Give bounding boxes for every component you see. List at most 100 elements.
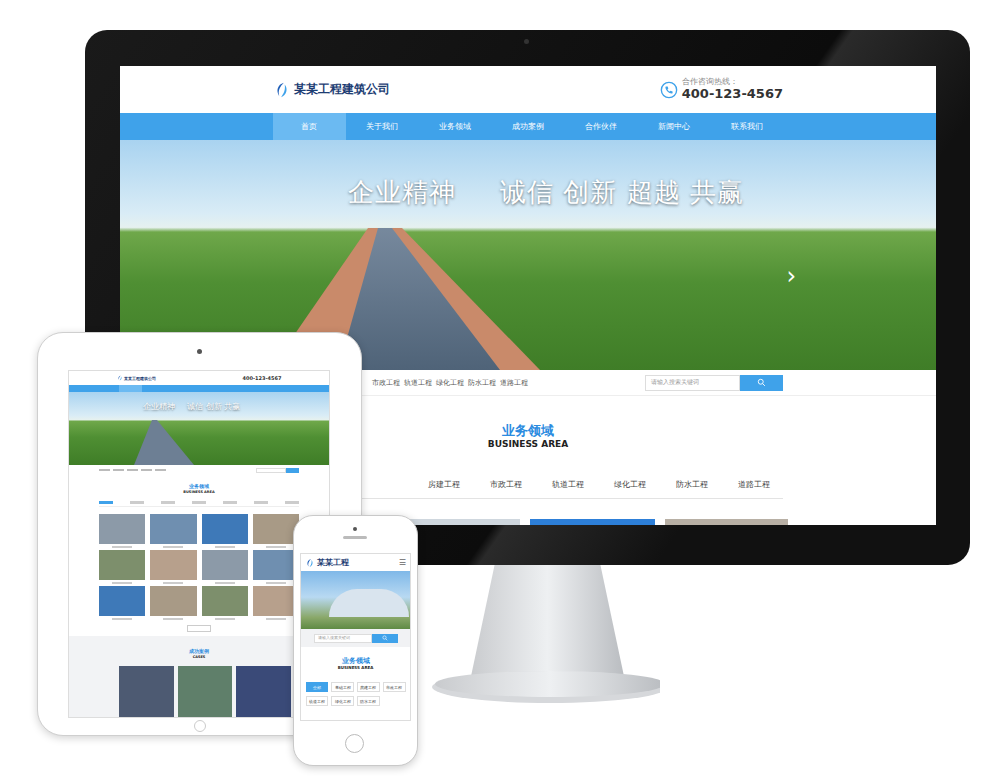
motto: 诚信 创新 共赢 bbox=[187, 401, 240, 412]
project-card[interactable] bbox=[99, 514, 145, 548]
monitor-stand bbox=[400, 563, 660, 713]
logo-text: 某某工程 bbox=[317, 557, 349, 568]
phone-icon bbox=[660, 81, 678, 99]
site-header: 某某工程建筑公司 400-123-4567 bbox=[117, 371, 282, 385]
camera-icon bbox=[353, 527, 357, 531]
logo-text: 某某工程建筑公司 bbox=[124, 376, 156, 381]
section-subtitle: BUSINESS AREA bbox=[301, 665, 410, 670]
search-icon bbox=[757, 378, 766, 387]
business-tab[interactable]: 防水工程 bbox=[676, 480, 708, 490]
business-tabs: 全部基础工程房建工程市政工程轨道工程绿化工程防水工程 bbox=[306, 682, 406, 706]
hotline-number: 400-123-4567 bbox=[243, 375, 282, 381]
business-tab[interactable]: 防水工程 bbox=[357, 696, 380, 706]
case-image[interactable] bbox=[119, 666, 174, 718]
logo-icon bbox=[117, 375, 123, 381]
logo[interactable]: 某某工程 bbox=[305, 557, 349, 568]
section-title: 业务领域 bbox=[69, 483, 329, 490]
tablet-screen: 某某工程建筑公司 400-123-4567 企业精神 诚信 创新 共赢 业务领域… bbox=[68, 370, 330, 718]
business-tab[interactable]: 绿化工程 bbox=[331, 696, 354, 706]
project-card[interactable] bbox=[202, 586, 248, 620]
nav-item[interactable]: 合作伙伴 bbox=[564, 113, 637, 140]
project-grid bbox=[99, 514, 299, 620]
search-box: 请输入搜索关键词 bbox=[645, 375, 783, 391]
main-nav: 首页关于我们业务领域成功案例合作伙伴新闻中心联系我们 bbox=[120, 113, 936, 140]
project-image[interactable] bbox=[530, 519, 655, 525]
project-card[interactable] bbox=[202, 550, 248, 584]
business-tab[interactable]: 全部 bbox=[306, 682, 329, 692]
banner bbox=[301, 571, 410, 629]
business-tab[interactable]: 轨道工程 bbox=[552, 480, 584, 490]
home-button[interactable] bbox=[345, 734, 364, 753]
business-tab[interactable]: 市政工程 bbox=[383, 682, 406, 692]
business-tab[interactable]: 基础工程 bbox=[331, 682, 354, 692]
motto: 诚信 创新 超越 共赢 bbox=[500, 176, 744, 208]
motto-title: 企业精神 bbox=[348, 176, 456, 208]
nav-item[interactable]: 成功案例 bbox=[492, 113, 565, 140]
hotline-label: 合作咨询热线： bbox=[682, 78, 783, 87]
project-card[interactable] bbox=[150, 514, 196, 548]
cases-subtitle: CASES bbox=[69, 655, 329, 660]
project-card[interactable] bbox=[150, 550, 196, 584]
nav-item[interactable]: 联系我们 bbox=[710, 113, 783, 140]
hot-keyword[interactable]: 轨道工程 bbox=[404, 378, 432, 388]
project-card[interactable] bbox=[202, 514, 248, 548]
business-tab[interactable]: 绿化工程 bbox=[614, 480, 646, 490]
camera-icon bbox=[524, 39, 529, 44]
nav-item[interactable]: 新闻中心 bbox=[637, 113, 710, 140]
logo[interactable]: 某某工程建筑公司 bbox=[273, 81, 390, 99]
search-row bbox=[99, 465, 299, 475]
search-input[interactable]: 请输入搜索关键词 bbox=[645, 375, 740, 391]
logo-icon bbox=[273, 81, 291, 99]
project-card[interactable] bbox=[99, 586, 145, 620]
hot-keyword[interactable]: 绿化工程 bbox=[436, 378, 464, 388]
nav-item[interactable]: 关于我们 bbox=[346, 113, 419, 140]
case-image[interactable] bbox=[236, 666, 291, 718]
more-button[interactable] bbox=[187, 625, 211, 632]
search-icon bbox=[382, 635, 388, 641]
camera-icon bbox=[197, 349, 202, 354]
search-input[interactable]: 请输入搜索关键词 bbox=[314, 634, 372, 643]
business-tab[interactable]: 房建工程 bbox=[428, 480, 460, 490]
search-box[interactable] bbox=[256, 468, 299, 473]
banner-caption: 企业精神 诚信 创新 共赢 bbox=[69, 392, 329, 412]
business-tabs bbox=[99, 501, 299, 507]
phone-screen: 某某工程 ☰ 请输入搜索关键词 业务领域 BUSINESS AREA 全部基础工… bbox=[300, 553, 411, 721]
main-nav bbox=[69, 385, 329, 392]
banner: 企业精神 诚信 创新 共赢 bbox=[69, 392, 329, 465]
hot-keywords: 市政工程轨道工程绿化工程防水工程道路工程 bbox=[372, 378, 528, 388]
menu-button[interactable]: ☰ bbox=[399, 558, 406, 567]
next-slide-button[interactable]: › bbox=[786, 262, 796, 290]
search-button[interactable] bbox=[740, 375, 783, 391]
logo[interactable]: 某某工程建筑公司 bbox=[117, 375, 156, 381]
project-images bbox=[375, 519, 936, 525]
hot-keyword[interactable]: 道路工程 bbox=[500, 378, 528, 388]
cases-title: 成功案例 bbox=[69, 648, 329, 655]
hot-keyword[interactable]: 防水工程 bbox=[468, 378, 496, 388]
search-box: 请输入搜索关键词 bbox=[301, 629, 410, 647]
logo-icon bbox=[305, 558, 315, 568]
hotline-number: 400-123-4567 bbox=[682, 87, 783, 101]
phone-device: 某某工程 ☰ 请输入搜索关键词 业务领域 BUSINESS AREA 全部基础工… bbox=[293, 515, 418, 766]
mockup-stage: 某某工程建筑公司 合作咨询热线： 400-123-4567 首页关于我们业务领域… bbox=[0, 0, 1000, 782]
nav-item[interactable]: 首页 bbox=[273, 113, 346, 140]
hot-keyword[interactable]: 市政工程 bbox=[372, 378, 400, 388]
motto-title: 企业精神 bbox=[143, 401, 175, 412]
cases-section: 成功案例 CASES bbox=[69, 636, 329, 718]
business-tab[interactable]: 轨道工程 bbox=[306, 696, 329, 706]
business-tab[interactable]: 房建工程 bbox=[357, 682, 380, 692]
speaker-icon bbox=[343, 536, 367, 539]
section-title: 业务领域 bbox=[301, 657, 410, 665]
project-image[interactable] bbox=[665, 519, 788, 525]
business-tab[interactable]: 市政工程 bbox=[490, 480, 522, 490]
case-image[interactable] bbox=[178, 666, 233, 718]
site-header: 某某工程建筑公司 合作咨询热线： 400-123-4567 bbox=[120, 66, 936, 113]
hotline: 合作咨询热线： 400-123-4567 bbox=[660, 78, 783, 101]
search-button[interactable] bbox=[372, 634, 398, 643]
business-tab[interactable]: 道路工程 bbox=[738, 480, 770, 490]
project-card[interactable] bbox=[99, 550, 145, 584]
logo-text: 某某工程建筑公司 bbox=[294, 81, 390, 98]
project-card[interactable] bbox=[150, 586, 196, 620]
site-header: 某某工程 ☰ bbox=[301, 554, 410, 571]
nav-item[interactable]: 业务领域 bbox=[419, 113, 492, 140]
home-button[interactable] bbox=[194, 720, 206, 732]
